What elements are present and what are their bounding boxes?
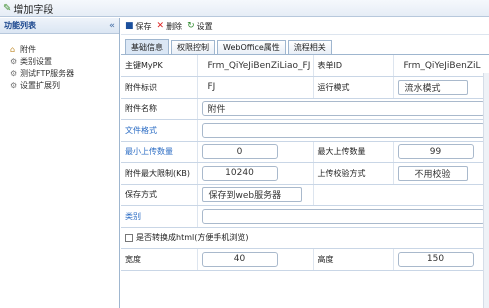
convert-html-checkbox[interactable]: 是否转换成html(方便手机浏览) [125, 232, 485, 243]
field-label-form-id: 表单ID [313, 55, 394, 77]
tree-item-extension-columns[interactable]: ⚙ 设置扩展列 [10, 80, 119, 91]
form-row-category: 类别 [121, 205, 489, 228]
toolbar: ■ 保存 ✕ 删除 ↻ 设置 [121, 18, 489, 35]
form-row-size-limit: 附件最大限制(KB) 10240 上传校验方式 不用校验 [121, 162, 489, 185]
tree-item-test-ftp[interactable]: ⚙ 测试FTP服务器 [10, 68, 119, 79]
function-list-header: 功能列表 « [0, 18, 119, 34]
form-row-upload-count: 最小上传数量 0 最大上传数量 99 [121, 141, 489, 163]
attachment-name-input[interactable]: 附件 [201, 101, 485, 117]
checkbox-box[interactable] [125, 233, 133, 242]
form-row-convert-html: 是否转换成html(方便手机浏览) [121, 227, 489, 249]
gear-icon: ⚙ [10, 81, 18, 90]
field-label-attachment-id: 附件标识 [121, 76, 198, 99]
height-input[interactable]: 150 [397, 251, 474, 267]
settings-button[interactable]: ↻ 设置 [187, 21, 213, 32]
delete-button[interactable]: ✕ 删除 [157, 21, 183, 32]
function-list-title: 功能列表 [4, 21, 36, 30]
field-label-width: 宽度 [121, 248, 198, 271]
field-label-min-upload[interactable]: 最小上传数量 [121, 141, 198, 163]
run-mode-select[interactable]: 流水模式 [397, 79, 468, 95]
settings-label: 设置 [196, 21, 213, 31]
window-title: 增加字段 [13, 4, 54, 16]
save-mode-select[interactable]: 保存到web服务器 [201, 187, 302, 203]
delete-icon: ✕ [156, 21, 165, 31]
tree-item-label: 测试FTP服务器 [20, 69, 75, 78]
max-upload-input[interactable]: 99 [397, 144, 474, 160]
function-tree: ⌂ 附件 ⚙ 类别设置 ⚙ 测试FTP服务器 ⚙ 设置扩展列 [0, 34, 119, 91]
main-content: ■ 保存 ✕ 删除 ↻ 设置 基础信息 权限控制 WebOffice属性 流程相… [121, 18, 489, 308]
attachment-form: 主键MyPK Frm_QiYeJiBenZiLiao_FJ 表单ID Frm_Q… [121, 55, 489, 271]
save-icon: ■ [125, 21, 134, 31]
collapse-icon[interactable]: « [109, 21, 115, 31]
tree-item-label: 设置扩展列 [20, 81, 60, 90]
convert-html-label: 是否转换成html(方便手机浏览) [136, 233, 249, 243]
tab-workflow[interactable]: 流程相关 [287, 40, 332, 54]
tab-permission-control[interactable]: 权限控制 [171, 40, 215, 54]
window-titlebar: ✎ 增加字段 [0, 0, 489, 17]
field-label-max-size: 附件最大限制(KB) [121, 162, 198, 185]
category-input[interactable] [201, 208, 485, 224]
field-value-mypk: Frm_QiYeJiBenZiLiao_FJ [197, 55, 314, 77]
form-row-save-mode: 保存方式 保存到web服务器 [121, 184, 489, 206]
delete-label: 删除 [166, 21, 183, 31]
gear-icon: ⚙ [10, 57, 18, 66]
field-label-upload-validation: 上传校验方式 [313, 162, 394, 185]
max-size-input[interactable]: 10240 [201, 165, 278, 181]
field-value-form-id: Frm_QiYeJiBenZiL [393, 55, 489, 77]
width-input[interactable]: 40 [201, 251, 278, 267]
vertical-scrollbar[interactable] [483, 73, 489, 308]
form-row-pk: 主键MyPK Frm_QiYeJiBenZiLiao_FJ 表单ID Frm_Q… [121, 55, 489, 77]
field-label-max-upload: 最大上传数量 [313, 141, 394, 163]
home-icon: ⌂ [10, 45, 16, 54]
field-label-category[interactable]: 类别 [121, 205, 198, 228]
field-label-save-mode: 保存方式 [121, 184, 198, 206]
tree-item-label: 附件 [20, 45, 36, 54]
tab-basic-info[interactable]: 基础信息 [125, 39, 169, 54]
upload-validation-select[interactable]: 不用校验 [397, 165, 468, 181]
field-label-run-mode: 运行模式 [313, 76, 394, 99]
tree-item-label: 类别设置 [20, 57, 52, 66]
field-label-attachment-name: 附件名称 [121, 98, 198, 120]
field-label-height: 高度 [313, 248, 394, 271]
form-row-attachment-name: 附件名称 附件 [121, 98, 489, 120]
refresh-icon: ↻ [187, 21, 195, 31]
save-button[interactable]: ■ 保存 [125, 21, 152, 32]
tab-strip: 基础信息 权限控制 WebOffice属性 流程相关 [121, 38, 489, 55]
edit-icon: ✎ [3, 2, 12, 14]
min-upload-input[interactable]: 0 [201, 144, 278, 160]
save-label: 保存 [135, 21, 152, 31]
file-format-input[interactable] [201, 122, 485, 138]
form-row-dimensions: 宽度 40 高度 150 [121, 248, 489, 271]
tree-item-attachment[interactable]: ⌂ 附件 [10, 44, 119, 55]
field-label-mypk: 主键MyPK [121, 55, 198, 77]
field-label-file-format[interactable]: 文件格式 [121, 119, 198, 142]
function-list-panel: 功能列表 « ⌂ 附件 ⚙ 类别设置 ⚙ 测试FTP服务器 ⚙ 设置扩展列 [0, 18, 120, 308]
form-row-attachment-id: 附件标识 FJ 运行模式 流水模式 [121, 76, 489, 99]
tree-item-category-settings[interactable]: ⚙ 类别设置 [10, 56, 119, 67]
form-row-file-format: 文件格式 [121, 119, 489, 142]
field-value-attachment-id: FJ [197, 76, 314, 99]
gear-icon: ⚙ [10, 69, 18, 78]
tab-weboffice-properties[interactable]: WebOffice属性 [217, 40, 286, 54]
